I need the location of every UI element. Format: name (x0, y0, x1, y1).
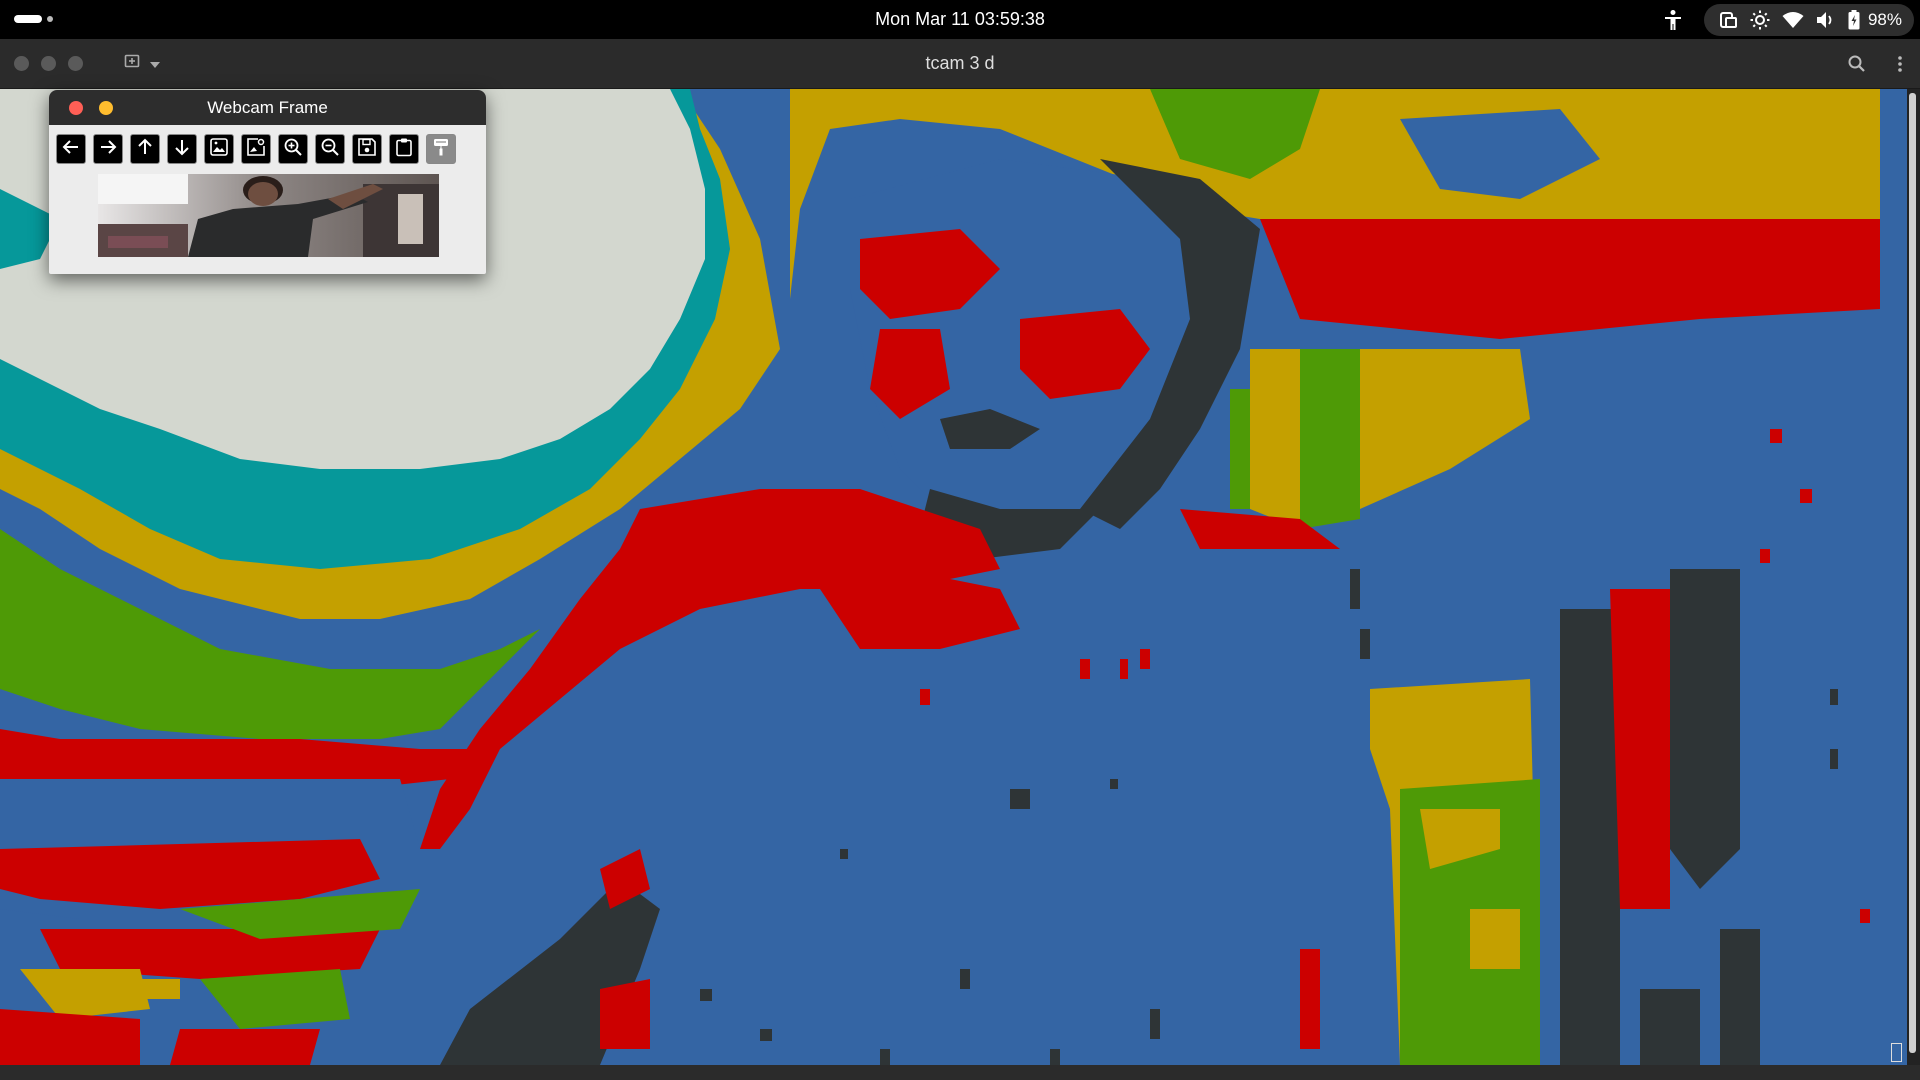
image-settings-icon (246, 137, 266, 162)
zoom-out-icon (320, 137, 340, 162)
search-icon (1846, 55, 1868, 79)
arrow-right-icon (98, 137, 118, 162)
back-button[interactable] (56, 134, 86, 164)
vertical-scrollbar[interactable] (1907, 89, 1920, 1065)
window-title: tcam 3 d (925, 53, 995, 73)
image-button[interactable] (204, 134, 234, 164)
zoom-in-icon (283, 137, 303, 162)
webcam-titlebar[interactable]: Webcam Frame (49, 90, 486, 125)
webcam-photo (98, 174, 439, 257)
top-bar: Mon Mar 11 03:59:38 98% (0, 0, 1920, 39)
image-edit-button[interactable] (241, 134, 271, 164)
clipboard-button[interactable] (389, 134, 419, 164)
zoom-in-button[interactable] (278, 134, 308, 164)
header-bar: tcam 3 d (0, 39, 1920, 89)
search-button[interactable] (1846, 53, 1868, 75)
save-button[interactable] (352, 134, 382, 164)
door-region (1370, 569, 1760, 1065)
terminal-cursor (1891, 1043, 1902, 1062)
webcam-preview-image (98, 174, 439, 257)
arrow-left-icon (61, 137, 81, 162)
webcam-window-title: Webcam Frame (207, 98, 328, 117)
image-icon (209, 137, 229, 162)
forward-button[interactable] (93, 134, 123, 164)
save-icon (357, 137, 377, 162)
wifi-icon (1782, 11, 1804, 29)
clipboard-icon (394, 137, 414, 162)
arrow-up-icon (135, 137, 155, 162)
accessibility-icon[interactable] (1660, 7, 1686, 33)
kebab-menu-button[interactable] (1894, 53, 1906, 75)
webcam-frame-window[interactable]: Webcam Frame (49, 90, 486, 274)
wall-panel-region (1180, 349, 1530, 549)
shelf-region (0, 779, 420, 1065)
paint-button[interactable] (426, 134, 456, 164)
brightness-icon (1750, 10, 1770, 30)
scrollbar-thumb[interactable] (1909, 93, 1916, 1053)
arrow-down-icon (172, 137, 192, 162)
torso-shadow-region (440, 789, 1320, 1065)
head-region (850, 159, 1260, 559)
volume-icon (1816, 11, 1836, 29)
paint-roller-icon (431, 137, 451, 162)
window-bottom-edge (0, 1065, 1920, 1080)
clock[interactable]: Mon Mar 11 03:59:38 (0, 0, 1920, 39)
system-tray: 98% (1660, 0, 1920, 39)
kebab-menu-icon (1894, 56, 1906, 79)
battery-icon (1848, 9, 1860, 30)
quick-settings[interactable]: 98% (1703, 3, 1914, 36)
screen-rotation-icon (1718, 10, 1738, 30)
zoom-out-button[interactable] (315, 134, 345, 164)
webcam-toolbar (56, 134, 456, 164)
up-button[interactable] (130, 134, 160, 164)
battery-percentage: 98% (1867, 9, 1902, 29)
down-button[interactable] (167, 134, 197, 164)
